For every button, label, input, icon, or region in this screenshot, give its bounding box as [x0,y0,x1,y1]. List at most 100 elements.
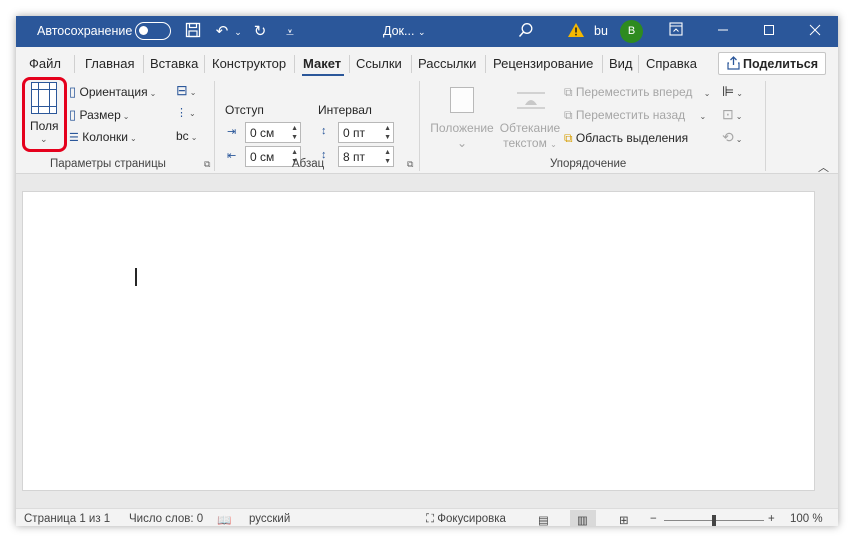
chevron-down-icon: ⌄ [735,112,743,121]
rotate-button[interactable]: ⟲ ⌄ [722,129,742,146]
tab-layout[interactable]: Макет [303,56,341,71]
indent-right-value: 0 см [250,150,275,164]
word-count[interactable]: Число слов: 0 [129,513,203,525]
spin-down-icon[interactable]: ▼ [384,158,391,166]
tab-references[interactable]: Ссылки [356,56,402,71]
tab-help[interactable]: Справка [646,56,697,71]
page-count[interactable]: Страница 1 из 1 [24,513,110,525]
ribbon-tabs: Файл Главная Вставка Конструктор Макет С… [16,47,838,77]
align-button[interactable]: ⊫ ⌄ [722,83,743,100]
spacing-after-value: 8 пт [343,150,366,164]
chevron-down-icon: ⌄ [122,112,130,121]
spin-up-icon[interactable]: ▲ [291,125,298,133]
group-divider [765,81,766,171]
group-objects-icon: ⊡ [722,106,734,122]
word-window: Автосохранение ↶ ⌄ ↻ ⩡ Док... ⌄ bu B Фай… [16,16,838,526]
toggle-knob [139,26,148,35]
warning-icon[interactable] [566,22,586,42]
send-backward-label: Переместить назад [575,108,686,122]
position-icon [450,87,474,113]
columns-button[interactable]: ☰ Колонки ⌄ [69,130,137,144]
spacing-label: Интервал [318,103,372,117]
paragraph-launcher-icon[interactable]: ⧉ [407,159,413,170]
tab-file[interactable]: Файл [29,56,61,71]
indent-left-value: 0 см [250,126,275,140]
zoom-in-button[interactable]: + [768,513,775,525]
maximize-icon[interactable] [759,22,779,42]
focus-icon: ⛶ [426,513,435,525]
indent-left-field[interactable]: 0 см ▲ ▼ [245,122,301,143]
minimize-icon[interactable] [713,22,733,42]
search-icon[interactable] [516,22,536,42]
group-objects-button[interactable]: ⊡ ⌄ [722,106,742,123]
customize-toolbar-icon[interactable]: ⩡ [280,22,300,42]
close-icon[interactable] [805,22,825,42]
avatar[interactable]: B [620,20,643,43]
tab-divider [204,55,205,73]
breaks-icon: ⊟ [176,82,188,98]
text-cursor [135,268,137,286]
spin-up-icon[interactable]: ▲ [291,149,298,157]
save-icon[interactable] [183,22,203,42]
spacing-before-field[interactable]: 0 пт ▲ ▼ [338,122,394,143]
share-button[interactable]: Поделиться [718,52,826,75]
autosave-toggle[interactable] [135,22,171,40]
chevron-down-icon: ⌄ [40,134,48,144]
bring-forward-button[interactable]: ⧉ Переместить вперед ⌄ [564,85,710,100]
wrap-text-label-line2: текстом [503,136,547,150]
vertical-scrollbar[interactable] [822,174,838,508]
tab-home[interactable]: Главная [85,56,134,71]
focus-mode-button[interactable]: ⛶ Фокусировка [426,513,506,526]
send-backward-icon: ⧉ [564,108,573,122]
page-setup-launcher-icon[interactable]: ⧉ [204,159,210,170]
margins-icon [31,82,57,114]
chevron-down-icon: ⌄ [189,109,196,118]
line-numbers-button[interactable]: ⋮ ⌄ [176,105,196,119]
group-divider [419,81,420,171]
language[interactable]: русский [249,513,290,525]
bring-forward-label: Переместить вперед [575,85,693,99]
proofing-icon[interactable]: 📖 [217,513,231,526]
spacing-after-field[interactable]: 8 пт ▲ ▼ [338,146,394,167]
orientation-button[interactable]: ▯ Ориентация ⌄ [69,84,156,100]
size-button[interactable]: ▯ Размер ⌄ [69,107,129,123]
tab-design[interactable]: Конструктор [212,56,286,71]
zoom-level[interactable]: 100 % [790,513,823,525]
fields-label: Поля [30,119,59,133]
spin-down-icon[interactable]: ▼ [291,134,298,142]
read-mode-icon[interactable]: ▤ [538,513,549,526]
spin-up-icon[interactable]: ▲ [384,125,391,133]
redo-icon[interactable]: ↻ [250,22,270,42]
ribbon-display-options-icon[interactable] [666,22,686,42]
undo-dropdown-icon[interactable]: ⌄ [228,22,248,42]
orientation-icon: ▯ [69,84,77,99]
indent-right-icon: ⇤ [227,150,237,162]
user-name[interactable]: bu [594,24,608,38]
spin-down-icon[interactable]: ▼ [384,134,391,142]
tab-insert[interactable]: Вставка [150,56,198,71]
orientation-label: Ориентация [79,85,148,99]
active-tab-underline [302,74,344,76]
hyphenation-icon: bc [176,129,189,143]
tab-divider [411,55,412,73]
zoom-slider-thumb[interactable] [712,515,716,526]
autosave-label: Автосохранение [37,24,133,38]
tab-review[interactable]: Рецензирование [493,56,593,71]
document-page[interactable] [22,191,815,491]
document-title[interactable]: Док... ⌄ [383,24,425,38]
send-backward-button[interactable]: ⧉ Переместить назад ⌄ [564,108,706,123]
page-setup-group-label: Параметры страницы [50,158,166,170]
collapse-ribbon-icon[interactable]: ︿ [818,159,829,175]
breaks-button[interactable]: ⊟ ⌄ [176,82,196,99]
hyphenation-button[interactable]: bc ⌄ [176,129,197,143]
tab-divider [143,55,144,73]
selection-pane-button[interactable]: ⧉ Область выделения [564,131,688,146]
zoom-out-button[interactable]: − [650,513,657,525]
web-layout-icon[interactable]: ⊞ [619,513,629,526]
tab-mailings[interactable]: Рассылки [418,56,476,71]
tab-view[interactable]: Вид [609,56,633,71]
print-layout-icon[interactable]: ▥ [577,513,588,526]
rotate-icon: ⟲ [722,129,734,145]
spin-up-icon[interactable]: ▲ [384,149,391,157]
selection-pane-icon: ⧉ [564,131,573,145]
